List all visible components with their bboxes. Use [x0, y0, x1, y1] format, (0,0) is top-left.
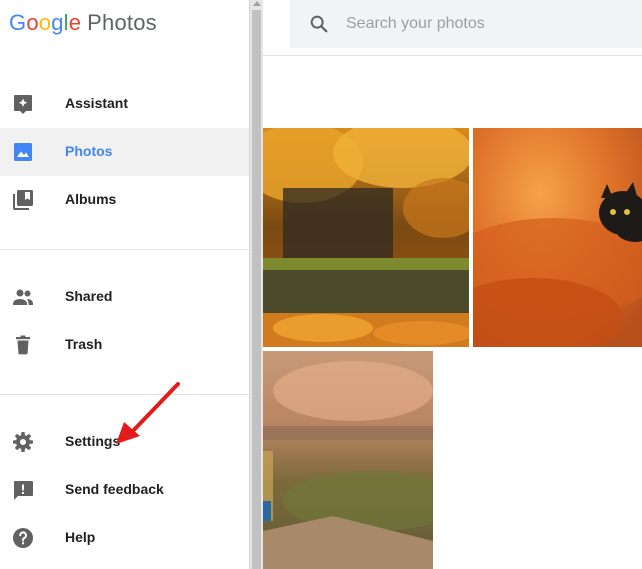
- drawer-scrollbar[interactable]: [249, 0, 263, 569]
- country-road-photo[interactable]: [263, 351, 433, 569]
- settings-icon: [13, 432, 33, 452]
- sidebar-item-shared[interactable]: Shared: [0, 273, 249, 321]
- sidebar-item-albums[interactable]: Albums: [0, 176, 249, 224]
- sidebar-item-help[interactable]: Help: [0, 514, 249, 562]
- product-name: Photos: [87, 10, 157, 35]
- sidebar-item-label: Help: [65, 529, 96, 545]
- search-icon[interactable]: [308, 13, 330, 35]
- search-bar[interactable]: [290, 0, 642, 48]
- divider: [0, 249, 249, 250]
- sidebar-item-label: Settings: [65, 433, 121, 449]
- sidebar-item-trash[interactable]: Trash: [0, 321, 249, 369]
- sidebar-item-label: Trash: [65, 336, 103, 352]
- google-photos-logo[interactable]: Google Photos: [9, 10, 157, 40]
- scrollbar-thumb[interactable]: [252, 10, 261, 569]
- sidebar-item-settings[interactable]: Settings: [0, 418, 249, 466]
- sidebar-item-label: Send feedback: [65, 481, 164, 497]
- help-icon: [13, 528, 33, 548]
- sidebar-item-label: Albums: [65, 191, 117, 207]
- albums-icon: [13, 190, 33, 210]
- scroll-up-arrow-icon[interactable]: [253, 1, 261, 6]
- sidebar-item-label: Assistant: [65, 95, 129, 111]
- search-input[interactable]: [346, 10, 626, 38]
- photos-icon: [14, 143, 32, 161]
- trash-icon: [16, 335, 30, 355]
- sidebar-item-assistant[interactable]: Assistant: [0, 80, 249, 128]
- sidebar-item-label: Shared: [65, 288, 113, 304]
- assistant-icon: [14, 95, 32, 114]
- shared-icon: [13, 289, 33, 305]
- sidebar-item-photos[interactable]: Photos: [0, 128, 249, 176]
- sidebar-item-label: Photos: [65, 143, 113, 159]
- cat-in-leaves-photo[interactable]: [473, 128, 642, 347]
- divider: [0, 394, 249, 395]
- sidebar-item-send-feedback[interactable]: Send feedback: [0, 466, 249, 514]
- feedback-icon: [14, 481, 33, 500]
- autumn-wall-photo[interactable]: [263, 128, 469, 347]
- navigation-drawer: Google Photos Assistant Photos Albums Sh…: [0, 0, 249, 569]
